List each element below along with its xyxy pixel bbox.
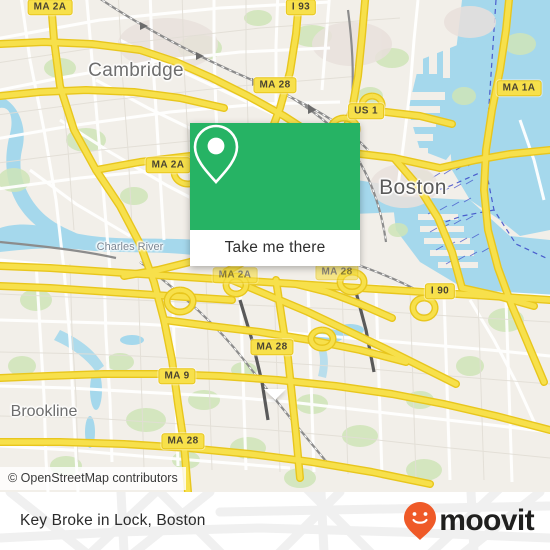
moovit-pin-icon — [404, 502, 437, 540]
shield-ma-2a-mid[interactable]: MA 2A — [145, 157, 191, 173]
page-title: Key Broke in Lock, Boston — [20, 512, 206, 529]
shield-ma-28-north[interactable]: MA 28 — [253, 77, 297, 93]
map-canvas[interactable]: MA 2A I 93 MA 28 US 1 MA 1A MA 2A MA 2A … — [0, 0, 550, 492]
osm-attribution[interactable]: © OpenStreetMap contributors — [0, 467, 186, 490]
shield-ma-28-bottom[interactable]: MA 28 — [161, 433, 205, 449]
shield-i-93[interactable]: I 93 — [285, 0, 317, 15]
shield-ma-1a[interactable]: MA 1A — [496, 80, 542, 96]
moovit-map-screen: MA 2A I 93 MA 28 US 1 MA 1A MA 2A MA 2A … — [0, 0, 550, 550]
popup-tail — [264, 389, 286, 400]
shield-ma-28-south[interactable]: MA 28 — [250, 339, 294, 355]
shield-ma-28-mid[interactable]: MA 28 — [315, 264, 359, 280]
take-me-there-label: Take me there — [224, 239, 326, 256]
map-label-brookline: Brookline — [10, 403, 78, 420]
moovit-logo[interactable]: moovit — [403, 501, 535, 541]
shield-ma-2a-lower[interactable]: MA 2A — [212, 267, 258, 283]
map-label-cambridge: Cambridge — [88, 60, 184, 81]
map-pin-icon — [193, 124, 239, 184]
map-label-boston: Boston — [379, 176, 447, 199]
map-label-charles-river: Charles River — [96, 241, 164, 253]
footer-bar: Key Broke in Lock, Boston moovit — [0, 492, 550, 550]
shield-ma-2a-top[interactable]: MA 2A — [27, 0, 73, 15]
take-me-there-button[interactable]: Take me there — [190, 230, 360, 266]
moovit-wordmark: moovit — [439, 504, 534, 537]
popup-image-area — [190, 123, 360, 230]
shield-i-90[interactable]: I 90 — [424, 283, 456, 299]
shield-us-1[interactable]: US 1 — [348, 103, 384, 119]
shield-ma-9[interactable]: MA 9 — [158, 368, 196, 384]
location-popup-card[interactable]: Take me there — [190, 123, 360, 400]
